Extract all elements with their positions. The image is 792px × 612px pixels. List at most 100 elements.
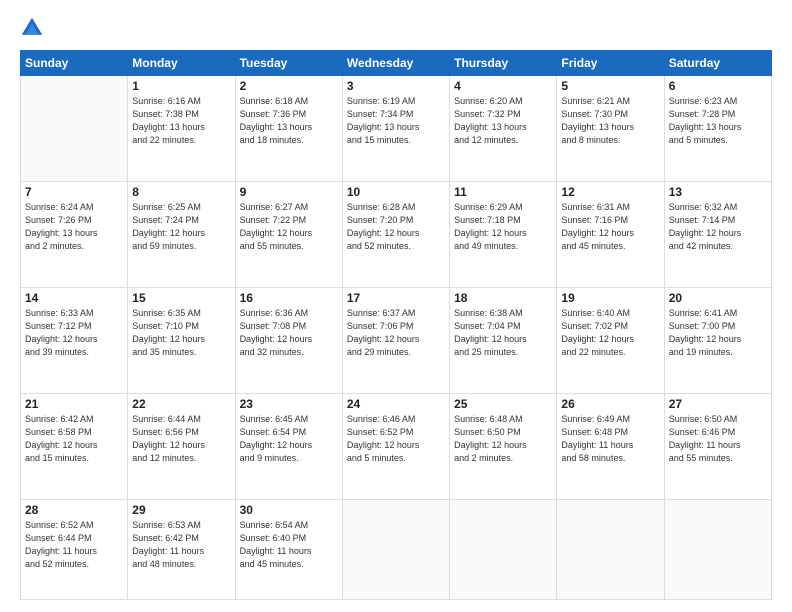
day-info: Sunrise: 6:50 AMSunset: 6:46 PMDaylight:… [669,413,767,465]
calendar-cell: 25 Sunrise: 6:48 AMSunset: 6:50 PMDayligh… [450,394,557,500]
calendar-cell: 6 Sunrise: 6:23 AMSunset: 7:28 PMDaylight… [664,76,771,182]
day-info: Sunrise: 6:20 AMSunset: 7:32 PMDaylight:… [454,95,552,147]
calendar-table: SundayMondayTuesdayWednesdayThursdayFrid… [20,50,772,600]
day-number: 10 [347,185,445,199]
day-header-sunday: Sunday [21,51,128,76]
day-number: 12 [561,185,659,199]
day-number: 18 [454,291,552,305]
day-info: Sunrise: 6:19 AMSunset: 7:34 PMDaylight:… [347,95,445,147]
day-header-wednesday: Wednesday [342,51,449,76]
day-number: 9 [240,185,338,199]
calendar-cell: 27 Sunrise: 6:50 AMSunset: 6:46 PMDayligh… [664,394,771,500]
day-info: Sunrise: 6:24 AMSunset: 7:26 PMDaylight:… [25,201,123,253]
day-number: 19 [561,291,659,305]
day-header-monday: Monday [128,51,235,76]
calendar-cell [664,500,771,600]
day-number: 29 [132,503,230,517]
day-number: 22 [132,397,230,411]
day-info: Sunrise: 6:25 AMSunset: 7:24 PMDaylight:… [132,201,230,253]
day-number: 28 [25,503,123,517]
day-info: Sunrise: 6:54 AMSunset: 6:40 PMDaylight:… [240,519,338,571]
day-info: Sunrise: 6:35 AMSunset: 7:10 PMDaylight:… [132,307,230,359]
day-number: 5 [561,79,659,93]
calendar-cell [450,500,557,600]
day-info: Sunrise: 6:41 AMSunset: 7:00 PMDaylight:… [669,307,767,359]
calendar-cell: 9 Sunrise: 6:27 AMSunset: 7:22 PMDaylight… [235,182,342,288]
day-number: 3 [347,79,445,93]
calendar-cell: 8 Sunrise: 6:25 AMSunset: 7:24 PMDaylight… [128,182,235,288]
day-number: 20 [669,291,767,305]
day-info: Sunrise: 6:36 AMSunset: 7:08 PMDaylight:… [240,307,338,359]
day-number: 17 [347,291,445,305]
calendar-cell: 17 Sunrise: 6:37 AMSunset: 7:06 PMDayligh… [342,288,449,394]
day-number: 24 [347,397,445,411]
day-number: 15 [132,291,230,305]
day-number: 26 [561,397,659,411]
day-number: 1 [132,79,230,93]
calendar-cell: 7 Sunrise: 6:24 AMSunset: 7:26 PMDaylight… [21,182,128,288]
calendar-cell: 22Sunrise: 6:44 AMSunset: 6:56 PMDayligh… [128,394,235,500]
logo-icon [20,16,44,40]
day-info: Sunrise: 6:31 AMSunset: 7:16 PMDaylight:… [561,201,659,253]
calendar-cell: 10 Sunrise: 6:28 AMSunset: 7:20 PMDayligh… [342,182,449,288]
day-info: Sunrise: 6:52 AMSunset: 6:44 PMDaylight:… [25,519,123,571]
day-header-thursday: Thursday [450,51,557,76]
calendar-cell: 20 Sunrise: 6:41 AMSunset: 7:00 PMDayligh… [664,288,771,394]
calendar-cell: 12 Sunrise: 6:31 AMSunset: 7:16 PMDayligh… [557,182,664,288]
calendar-cell: 29 Sunrise: 6:53 AMSunset: 6:42 PMDayligh… [128,500,235,600]
day-number: 11 [454,185,552,199]
day-info: Sunrise: 6:38 AMSunset: 7:04 PMDaylight:… [454,307,552,359]
day-info: Sunrise: 6:18 AMSunset: 7:36 PMDaylight:… [240,95,338,147]
day-number: 6 [669,79,767,93]
day-number: 30 [240,503,338,517]
day-info: Sunrise: 6:40 AMSunset: 7:02 PMDaylight:… [561,307,659,359]
calendar-cell [21,76,128,182]
day-info: Sunrise: 6:21 AMSunset: 7:30 PMDaylight:… [561,95,659,147]
day-info: Sunrise: 6:28 AMSunset: 7:20 PMDaylight:… [347,201,445,253]
day-header-saturday: Saturday [664,51,771,76]
day-number: 7 [25,185,123,199]
calendar-cell: 1 Sunrise: 6:16 AMSunset: 7:38 PMDaylight… [128,76,235,182]
calendar-cell: 11 Sunrise: 6:29 AMSunset: 7:18 PMDayligh… [450,182,557,288]
day-number: 8 [132,185,230,199]
day-header-friday: Friday [557,51,664,76]
page: SundayMondayTuesdayWednesdayThursdayFrid… [0,0,792,612]
day-info: Sunrise: 6:23 AMSunset: 7:28 PMDaylight:… [669,95,767,147]
day-info: Sunrise: 6:37 AMSunset: 7:06 PMDaylight:… [347,307,445,359]
calendar-cell: 4 Sunrise: 6:20 AMSunset: 7:32 PMDaylight… [450,76,557,182]
day-info: Sunrise: 6:46 AMSunset: 6:52 PMDaylight:… [347,413,445,465]
calendar-cell: 13 Sunrise: 6:32 AMSunset: 7:14 PMDayligh… [664,182,771,288]
calendar-cell: 14Sunrise: 6:33 AMSunset: 7:12 PMDayligh… [21,288,128,394]
calendar-cell: 3 Sunrise: 6:19 AMSunset: 7:34 PMDaylight… [342,76,449,182]
calendar-cell: 28 Sunrise: 6:52 AMSunset: 6:44 PMDayligh… [21,500,128,600]
calendar-cell: 5 Sunrise: 6:21 AMSunset: 7:30 PMDaylight… [557,76,664,182]
day-number: 25 [454,397,552,411]
day-number: 21 [25,397,123,411]
calendar-cell: 16 Sunrise: 6:36 AMSunset: 7:08 PMDayligh… [235,288,342,394]
day-number: 14 [25,291,123,305]
day-info: Sunrise: 6:27 AMSunset: 7:22 PMDaylight:… [240,201,338,253]
calendar-cell [557,500,664,600]
day-number: 4 [454,79,552,93]
day-number: 16 [240,291,338,305]
day-number: 13 [669,185,767,199]
calendar-cell: 21Sunrise: 6:42 AMSunset: 6:58 PMDayligh… [21,394,128,500]
calendar-cell: 30 Sunrise: 6:54 AMSunset: 6:40 PMDayligh… [235,500,342,600]
day-info: Sunrise: 6:53 AMSunset: 6:42 PMDaylight:… [132,519,230,571]
calendar-cell: 2 Sunrise: 6:18 AMSunset: 7:36 PMDaylight… [235,76,342,182]
day-number: 2 [240,79,338,93]
day-info: Sunrise: 6:29 AMSunset: 7:18 PMDaylight:… [454,201,552,253]
header [20,16,772,40]
logo [20,16,48,40]
day-info: Sunrise: 6:49 AMSunset: 6:48 PMDaylight:… [561,413,659,465]
calendar-header-row: SundayMondayTuesdayWednesdayThursdayFrid… [21,51,772,76]
calendar-cell [342,500,449,600]
day-number: 27 [669,397,767,411]
day-info: Sunrise: 6:16 AMSunset: 7:38 PMDaylight:… [132,95,230,147]
day-info: Sunrise: 6:48 AMSunset: 6:50 PMDaylight:… [454,413,552,465]
day-header-tuesday: Tuesday [235,51,342,76]
calendar-cell: 18 Sunrise: 6:38 AMSunset: 7:04 PMDayligh… [450,288,557,394]
day-info: Sunrise: 6:32 AMSunset: 7:14 PMDaylight:… [669,201,767,253]
calendar-cell: 19 Sunrise: 6:40 AMSunset: 7:02 PMDayligh… [557,288,664,394]
calendar-cell: 15 Sunrise: 6:35 AMSunset: 7:10 PMDayligh… [128,288,235,394]
